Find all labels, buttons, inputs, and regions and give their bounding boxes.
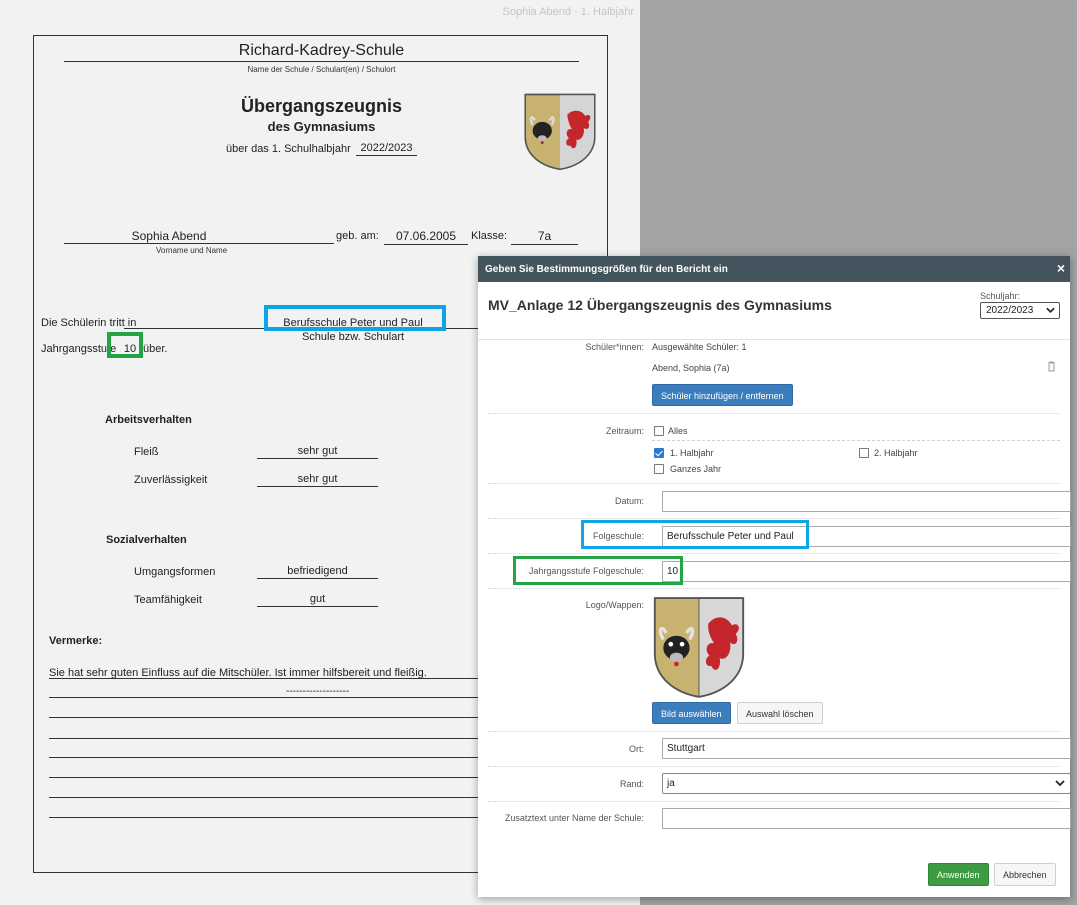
- schuljahr-value: 2022/2023: [986, 305, 1034, 316]
- school-caption: Name der Schule / Schulart(en) / Schulor…: [247, 65, 396, 74]
- folgeschule-row: Folgeschule: Berufsschule Peter und Paul: [488, 519, 1071, 554]
- student-name-line: [64, 243, 334, 244]
- school-name: Richard-Kadrey-Schule: [238, 42, 405, 59]
- transfer-school: Berufsschule Peter und Paul: [283, 317, 423, 329]
- grade-label: Jahrgangsstufe: [41, 343, 117, 355]
- students-label: Schüler*innen:: [585, 342, 644, 352]
- coat-of-arms-icon: [524, 93, 596, 170]
- folgeschule-label: Folgeschule:: [592, 531, 644, 541]
- students-row: Schüler*innen: Ausgewählte Schüler: 1 Ab…: [488, 341, 1060, 414]
- coat-of-arms-icon: [653, 597, 745, 698]
- remarks-heading: Vermerke:: [49, 635, 103, 647]
- school-name-line: [64, 61, 579, 62]
- datum-input[interactable]: [662, 491, 1071, 512]
- remarks-line: [49, 777, 479, 778]
- remarks-line: [49, 678, 479, 679]
- work-item-value: sehr gut: [257, 445, 378, 459]
- datum-label: Datum:: [614, 496, 644, 506]
- dialog-title: MV_Anlage 12 Übergangszeugnis des Gymnas…: [488, 297, 832, 313]
- grade-value: 10: [119, 343, 141, 356]
- zeitraum-checkbox-2-halbjahr[interactable]: [859, 448, 869, 458]
- remarks-dashes: -------------------: [286, 686, 350, 697]
- chevron-down-icon: [1055, 780, 1065, 787]
- zeitraum-option-label: 1. Halbjahr: [670, 448, 714, 458]
- class-value: 7a: [511, 229, 578, 245]
- chevron-down-icon: [1046, 307, 1055, 313]
- rand-label: Rand:: [619, 779, 644, 789]
- zeitraum-label: Zeitraum:: [605, 426, 644, 436]
- transfer-label: Die Schülerin tritt in: [41, 317, 137, 329]
- social-heading: Sozialverhalten: [106, 534, 187, 546]
- datum-row: Datum:: [488, 484, 1071, 519]
- work-item-value: sehr gut: [257, 473, 378, 487]
- rand-value: ja: [667, 778, 675, 789]
- schuljahr-label: Schuljahr:: [980, 291, 1021, 301]
- zeitraum-row: Zeitraum: Alles 1. Halbjahr 2. Halbjahr …: [488, 414, 1060, 484]
- social-item-value: gut: [257, 593, 378, 607]
- student-entry: Abend, Sophia (7a): [652, 363, 730, 373]
- social-item-label: Umgangsformen: [134, 566, 216, 578]
- birth-label: geb. am:: [336, 230, 379, 242]
- zeitraum-option-label: Alles: [668, 426, 688, 436]
- jahrgang-input[interactable]: 10: [662, 561, 1071, 582]
- cancel-button[interactable]: Abbrechen: [994, 863, 1056, 886]
- clear-selection-button[interactable]: Auswahl löschen: [737, 702, 823, 724]
- zusatz-label: Zusatztext unter Name der Schule:: [504, 813, 644, 823]
- zeitraum-checkbox-1-halbjahr[interactable]: [654, 448, 664, 458]
- birth-value: 07.06.2005: [384, 229, 468, 245]
- rand-row: Rand: ja: [488, 767, 1071, 802]
- jahrgang-label: Jahrgangsstufe Folgeschule:: [528, 566, 644, 576]
- ort-row: Ort: Stuttgart: [488, 732, 1071, 767]
- grade-suffix: über.: [143, 343, 168, 355]
- work-item-label: Fleiß: [134, 446, 159, 458]
- add-remove-students-button[interactable]: Schüler hinzufügen / entfernen: [652, 384, 793, 406]
- zeitraum-divider: [652, 440, 1060, 441]
- remarks-line: [49, 817, 479, 818]
- class-label: Klasse:: [471, 230, 508, 242]
- work-item-label: Zuverlässigkeit: [134, 474, 208, 486]
- zeitraum-option-label: 2. Halbjahr: [874, 448, 918, 458]
- zeitraum-checkbox-ganzes-jahr[interactable]: [654, 464, 664, 474]
- remarks-line: [49, 738, 479, 739]
- close-icon[interactable]: ×: [1057, 261, 1065, 275]
- folgeschule-input[interactable]: Berufsschule Peter und Paul: [662, 526, 1071, 547]
- zeitraum-checkbox-alles[interactable]: [654, 426, 664, 436]
- remarks-line: [49, 757, 479, 758]
- trash-icon[interactable]: [1047, 361, 1056, 372]
- ort-label: Ort:: [629, 744, 644, 754]
- select-image-button[interactable]: Bild auswählen: [652, 702, 731, 724]
- rand-select[interactable]: ja: [662, 773, 1071, 794]
- remarks-line: [49, 697, 479, 698]
- period-value: 2022/2023: [356, 142, 417, 156]
- period-label: über das 1. Schulhalbjahr: [226, 143, 351, 155]
- students-selected-count: Ausgewählte Schüler: 1: [652, 342, 747, 352]
- dialog-bar-title: Geben Sie Bestimmungsgrößen für den Beri…: [485, 264, 728, 275]
- schuljahr-select[interactable]: 2022/2023: [980, 302, 1060, 319]
- ort-input[interactable]: Stuttgart: [662, 738, 1071, 759]
- remarks-line: [49, 797, 479, 798]
- logo-label: Logo/Wappen:: [585, 600, 644, 610]
- name-caption: Vorname und Name: [156, 246, 228, 255]
- apply-button[interactable]: Anwenden: [928, 863, 989, 886]
- remarks-line: [49, 717, 479, 718]
- report-parameters-dialog: Geben Sie Bestimmungsgrößen für den Beri…: [478, 256, 1071, 897]
- zusatz-row: Zusatztext unter Name der Schule:: [488, 802, 1071, 837]
- zusatz-input[interactable]: [662, 808, 1071, 829]
- dialog-header: MV_Anlage 12 Übergangszeugnis des Gymnas…: [478, 282, 1070, 340]
- page-header-text: Sophia Abend · 1. Halbjahr: [502, 6, 634, 18]
- dialog-title-bar: Geben Sie Bestimmungsgrößen für den Beri…: [478, 256, 1070, 282]
- social-item-label: Teamfähigkeit: [134, 594, 202, 606]
- zeitraum-option-label: Ganzes Jahr: [670, 464, 722, 474]
- student-name: Sophia Abend: [131, 229, 207, 243]
- transfer-caption: Schule bzw. Schulart: [301, 331, 405, 343]
- social-item-value: befriedigend: [257, 565, 378, 579]
- logo-row: Logo/Wappen: Bild auswählen Auswahl lösc…: [488, 589, 1060, 732]
- work-heading: Arbeitsverhalten: [105, 414, 192, 426]
- jahrgang-row: Jahrgangsstufe Folgeschule: 10: [488, 554, 1071, 589]
